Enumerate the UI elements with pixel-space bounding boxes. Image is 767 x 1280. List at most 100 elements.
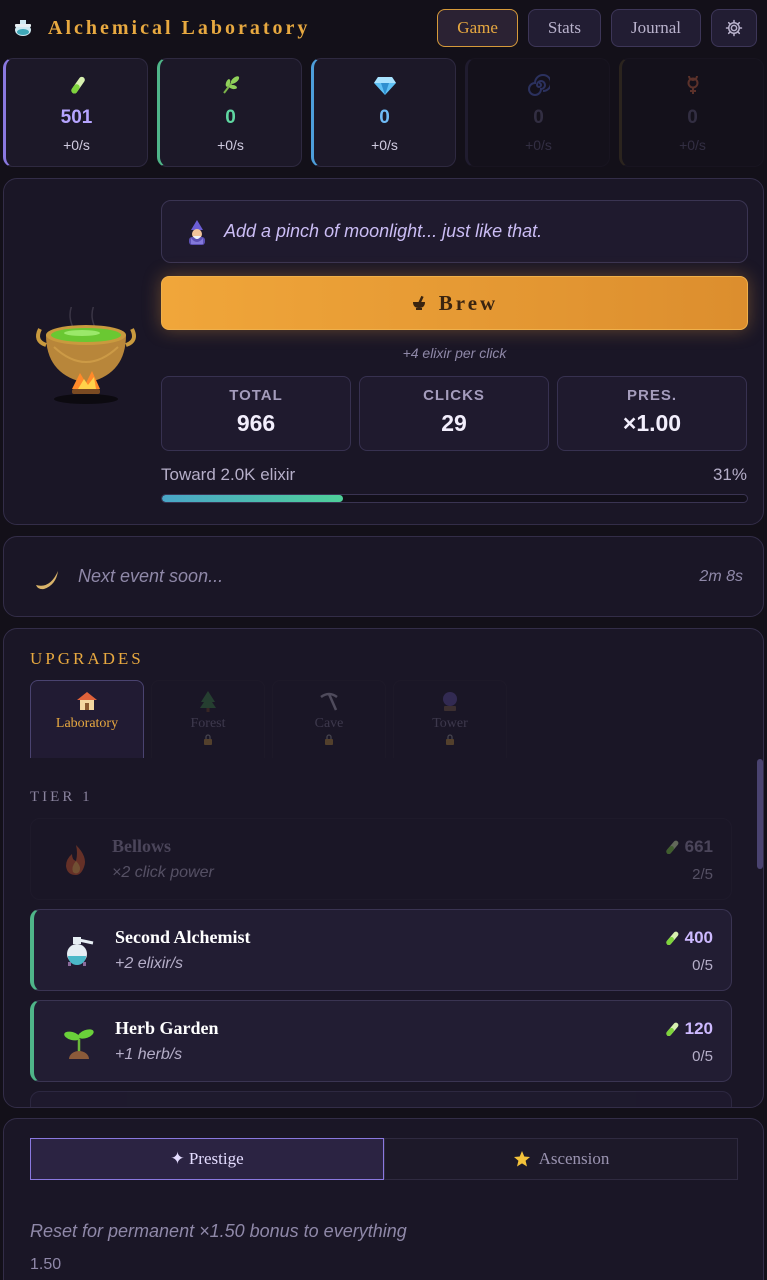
upgrade-cost-value: 661 xyxy=(684,837,713,856)
test-tube-icon xyxy=(66,73,88,97)
upgrade-bellows[interactable]: Bellows ×2 click power 661 2/5 xyxy=(30,818,732,900)
upgrade-cost: 400 xyxy=(663,928,713,948)
tab-label: Laboratory xyxy=(55,716,119,731)
prestige-tabs: ✦ Prestige Ascension xyxy=(30,1138,738,1180)
stat-clicks: CLICKS 29 xyxy=(359,376,549,451)
app-header: Alchemical Laboratory Game Stats Journal xyxy=(0,0,767,56)
lock-icon xyxy=(204,734,212,745)
resource-value: 0 xyxy=(533,107,544,128)
potion-flask-icon xyxy=(12,17,34,39)
stat-label: TOTAL xyxy=(229,387,283,404)
brew-panel: Add a pinch of moonlight... just like th… xyxy=(3,178,764,525)
moon-icon xyxy=(36,570,58,589)
tab-ascension-label: Ascension xyxy=(538,1149,610,1168)
stat-label: PRES. xyxy=(626,387,677,404)
brew-button[interactable]: Brew xyxy=(161,276,748,330)
upgrade-desc: ×2 click power xyxy=(112,864,214,881)
resource-rate: +0/s xyxy=(63,137,90,153)
upgrade-name: Second Alchemist xyxy=(115,927,251,947)
progress-percent: 31% xyxy=(712,465,747,484)
settings-button[interactable] xyxy=(711,9,757,47)
tab-laboratory[interactable]: Laboratory xyxy=(30,680,144,758)
stat-value: 966 xyxy=(236,410,276,436)
wizard-icon xyxy=(189,219,205,245)
upgrade-cost: 661 xyxy=(663,837,713,857)
test-tube-icon xyxy=(665,1022,679,1037)
upgrades-title: UPGRADES xyxy=(30,649,144,668)
resource-value: 501 xyxy=(60,107,93,128)
gear-icon xyxy=(725,19,743,37)
nav-journal-button[interactable]: Journal xyxy=(610,9,701,47)
upgrade-name: Bellows xyxy=(112,836,172,856)
star-icon xyxy=(513,1151,530,1167)
main-nav: Game Stats Journal xyxy=(437,9,757,47)
tab-forest[interactable]: Forest xyxy=(151,680,265,758)
resource-gem: 0 +0/s xyxy=(311,58,456,167)
event-timer: 2m 8s xyxy=(699,567,743,585)
resource-value: 0 xyxy=(225,107,236,128)
upgrade-cost-value: 400 xyxy=(684,928,713,947)
resource-herb: 0 +0/s xyxy=(157,58,302,167)
flame-icon xyxy=(66,845,85,875)
prestige-multiplier: 1.50 xyxy=(30,1256,62,1273)
upgrade-desc: +2 elixir/s xyxy=(115,955,184,972)
resource-rate: +0/s xyxy=(217,137,244,153)
seedling-icon xyxy=(64,1029,94,1059)
crystal-ball-icon xyxy=(443,692,457,711)
alembic-icon xyxy=(67,937,94,966)
brew-stats: TOTAL 966 CLICKS 29 PRES. ×1.00 xyxy=(161,376,747,451)
nav-game-button[interactable]: Game xyxy=(437,9,518,47)
tab-tower[interactable]: Tower xyxy=(393,680,507,758)
upgrades-panel: UPGRADES Laboratory Forest Cave Tower TI… xyxy=(3,628,764,1108)
upgrade-cost: 120 xyxy=(663,1019,713,1039)
resource-mercury: 0 +0/s xyxy=(619,58,764,167)
upgrade-tabs: Laboratory Forest Cave Tower xyxy=(30,680,507,758)
stat-prestige: PRES. ×1.00 xyxy=(557,376,747,451)
gem-icon xyxy=(373,73,397,97)
upgrade-desc: +1 herb/s xyxy=(115,1046,183,1063)
nav-stats-button[interactable]: Stats xyxy=(527,9,601,47)
progress-fill xyxy=(162,495,344,502)
mortar-icon xyxy=(412,295,425,310)
quote-text: Add a pinch of moonlight... just like th… xyxy=(224,221,543,241)
upgrade-name: Herb Garden xyxy=(115,1018,219,1038)
alchemist-quote: Add a pinch of moonlight... just like th… xyxy=(161,200,748,263)
event-panel: Next event soon... 2m 8s xyxy=(3,536,764,617)
resource-rate: +0/s xyxy=(371,137,398,153)
resource-bar: 501 +0/s 0 +0/s 0 +0/s 0 +0/s 0 +0/s xyxy=(3,58,764,167)
prestige-description: Reset for permanent ×1.50 bonus to every… xyxy=(30,1221,407,1241)
tab-label: Tower xyxy=(432,716,468,731)
tab-cave[interactable]: Cave xyxy=(272,680,386,758)
herb-icon xyxy=(220,73,242,97)
spiral-icon xyxy=(527,73,550,97)
tier-label: TIER 1 xyxy=(30,789,93,805)
progress-label: Toward 2.0K elixir xyxy=(161,465,296,484)
upgrade-count: 0/5 xyxy=(692,1048,713,1065)
upgrade-next-partial[interactable] xyxy=(30,1091,732,1107)
stat-value: 29 xyxy=(441,410,467,436)
upgrade-second-alchemist[interactable]: Second Alchemist +2 elixir/s 400 0/5 xyxy=(30,909,732,991)
tab-ascension[interactable]: Ascension xyxy=(384,1138,738,1180)
tab-label: Cave xyxy=(314,716,344,731)
resource-rate: +0/s xyxy=(525,137,552,153)
house-icon xyxy=(77,692,97,710)
resource-value: 0 xyxy=(687,107,698,128)
upgrade-herb-garden[interactable]: Herb Garden +1 herb/s 120 0/5 xyxy=(30,1000,732,1082)
upgrade-cost-value: 120 xyxy=(684,1019,713,1038)
stat-value: ×1.00 xyxy=(622,410,682,436)
cauldron-icon[interactable] xyxy=(32,307,140,407)
event-text: Next event soon... xyxy=(78,566,224,586)
tree-icon xyxy=(200,691,216,712)
stat-total: TOTAL 966 xyxy=(161,376,351,451)
upgrade-count: 2/5 xyxy=(692,866,713,883)
lock-icon xyxy=(325,734,333,745)
stat-label: CLICKS xyxy=(423,387,485,404)
upgrades-scrollbar[interactable] xyxy=(757,759,763,869)
mercury-icon xyxy=(682,73,704,97)
progress-bar xyxy=(161,494,748,503)
tab-prestige-label: ✦ Prestige xyxy=(170,1149,244,1168)
resource-spiral: 0 +0/s xyxy=(465,58,610,167)
tab-prestige[interactable]: ✦ Prestige xyxy=(30,1138,384,1180)
tab-label: Forest xyxy=(190,716,226,731)
pickaxe-icon xyxy=(320,692,338,711)
